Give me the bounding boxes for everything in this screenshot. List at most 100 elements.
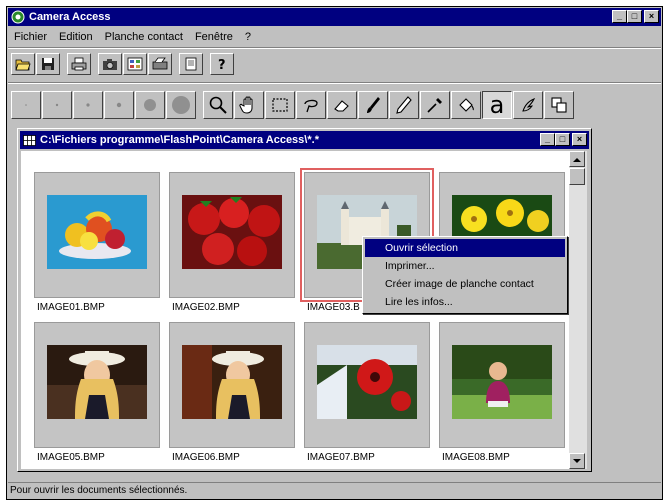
eraser-icon <box>334 100 349 112</box>
thumbnail-image01[interactable] <box>34 172 160 298</box>
menu-fenetre[interactable]: Fenêtre <box>189 31 239 43</box>
lasso-tool-button[interactable] <box>296 91 326 119</box>
minimize-button[interactable]: _ <box>612 10 627 23</box>
rect-select-tool-button[interactable] <box>265 91 295 119</box>
thumbnail-caption: IMAGE02.BMP <box>172 302 240 313</box>
brush-size-4-button[interactable] <box>104 91 134 119</box>
menu-item-imprimer[interactable]: Imprimer... <box>365 257 565 275</box>
thumbnail-caption: IMAGE07.BMP <box>307 452 375 463</box>
brush-dot-icon <box>25 104 27 106</box>
print-preview-button[interactable] <box>179 53 203 75</box>
browser-title: C:\Fichiers programme\FlashPoint\Camera … <box>40 134 319 146</box>
brush-dot-icon <box>86 103 90 107</box>
scanner-icon <box>152 57 168 70</box>
brush-size-1-button[interactable] <box>11 91 41 119</box>
thumbnail-caption: IMAGE06.BMP <box>172 452 240 463</box>
thumbnail-image07[interactable] <box>304 322 430 448</box>
thumbnail-image06[interactable] <box>169 322 295 448</box>
menu-item-ouvrir-selection[interactable]: Ouvrir sélection <box>365 239 565 257</box>
acquire-button[interactable] <box>148 53 172 75</box>
tools-toolbar: a <box>11 90 575 120</box>
menubar: Fichier Edition Planche contact Fenêtre … <box>8 28 661 46</box>
thumbnail-caption: IMAGE03.B <box>307 302 360 313</box>
fill-tool-button[interactable] <box>451 91 481 119</box>
app-window: Camera Access _ □ × Fichier Edition Plan… <box>6 6 663 500</box>
scroll-thumb[interactable] <box>569 168 585 185</box>
hand-tool-button[interactable] <box>234 91 264 119</box>
zoom-tool-button[interactable] <box>203 91 233 119</box>
brush-dot-icon <box>144 99 156 111</box>
menu-fichier[interactable]: Fichier <box>8 31 53 43</box>
eyedropper-icon <box>427 98 442 113</box>
red-flower-image <box>317 345 417 419</box>
child-garden-image <box>452 345 552 419</box>
arrow-down-icon <box>573 458 581 463</box>
thumbnail-caption: IMAGE08.BMP <box>442 452 510 463</box>
woman-hat-image <box>47 345 147 419</box>
camera-icon <box>103 59 117 70</box>
fruit-bowl-image <box>47 195 147 269</box>
child-close-button[interactable]: × <box>572 133 587 146</box>
divider <box>8 47 661 49</box>
thumbnail-image08[interactable] <box>439 322 565 448</box>
thumbnail-image05[interactable] <box>34 322 160 448</box>
menu-edition[interactable]: Edition <box>53 31 99 43</box>
print-button[interactable] <box>67 53 91 75</box>
brush-dot-icon <box>55 103 59 107</box>
menu-help[interactable]: ? <box>239 31 257 43</box>
close-button[interactable]: × <box>644 10 659 23</box>
app-titlebar[interactable]: Camera Access _ □ × <box>8 8 661 26</box>
status-text: Pour ouvrir les documents sélectionnés. <box>10 485 188 496</box>
camera-button[interactable] <box>98 53 122 75</box>
vertical-scrollbar[interactable] <box>569 151 587 469</box>
child-maximize-button[interactable]: □ <box>555 133 570 146</box>
brush-tool-button[interactable] <box>358 91 388 119</box>
brush-size-6-button[interactable] <box>166 91 196 119</box>
clone-tool-button[interactable] <box>544 91 574 119</box>
menu-item-lire-infos[interactable]: Lire les infos... <box>365 293 565 311</box>
arrow-up-icon <box>573 157 581 162</box>
brush-size-3-button[interactable] <box>73 91 103 119</box>
status-bar: Pour ouvrir les documents sélectionnés. <box>8 482 661 498</box>
open-folder-button[interactable] <box>11 53 35 75</box>
app-title: Camera Access <box>29 11 111 23</box>
page-preview-icon <box>185 57 197 71</box>
scroll-down-button[interactable] <box>569 453 585 469</box>
scroll-up-button[interactable] <box>569 151 585 167</box>
child-window-controls: _ □ × <box>540 133 587 146</box>
contact-sheet-button[interactable] <box>123 53 147 75</box>
floppy-disk-icon <box>42 58 54 70</box>
brush-size-2-button[interactable] <box>42 91 72 119</box>
grid-icon <box>23 134 36 146</box>
brush-dot-icon <box>116 102 122 108</box>
brush-size-5-button[interactable] <box>135 91 165 119</box>
text-tool-glyph: a <box>489 91 505 119</box>
folder-open-icon <box>15 59 31 71</box>
menu-item-creer-planche-contact[interactable]: Créer image de planche contact <box>365 275 565 293</box>
eraser-tool-button[interactable] <box>327 91 357 119</box>
strawberries-image <box>182 195 282 269</box>
text-tool-button[interactable]: a <box>482 91 512 119</box>
help-button[interactable]: ? <box>210 53 234 75</box>
child-minimize-button[interactable]: _ <box>540 133 555 146</box>
question-mark-icon: ? <box>218 58 226 71</box>
brush-dot-icon <box>172 96 190 114</box>
lasso-icon <box>304 99 318 113</box>
maximize-button[interactable]: □ <box>627 10 642 23</box>
eyedropper-tool-button[interactable] <box>420 91 450 119</box>
printer-icon <box>71 57 87 71</box>
thumbnail-caption: IMAGE05.BMP <box>37 452 105 463</box>
main-toolbar: ? <box>11 51 235 77</box>
save-button[interactable] <box>36 53 60 75</box>
thumbnail-image02[interactable] <box>169 172 295 298</box>
stamp-tool-button[interactable] <box>513 91 543 119</box>
paintbrush-icon <box>367 97 380 113</box>
pencil-tool-button[interactable] <box>389 91 419 119</box>
hand-icon <box>239 96 253 114</box>
window-controls: _ □ × <box>612 10 659 23</box>
context-menu: Ouvrir sélection Imprimer... Créer image… <box>362 236 568 314</box>
magnifier-icon <box>209 96 227 114</box>
copy-icon <box>551 97 567 113</box>
menu-planche-contact[interactable]: Planche contact <box>99 31 189 43</box>
browser-titlebar[interactable]: C:\Fichiers programme\FlashPoint\Camera … <box>20 131 589 149</box>
